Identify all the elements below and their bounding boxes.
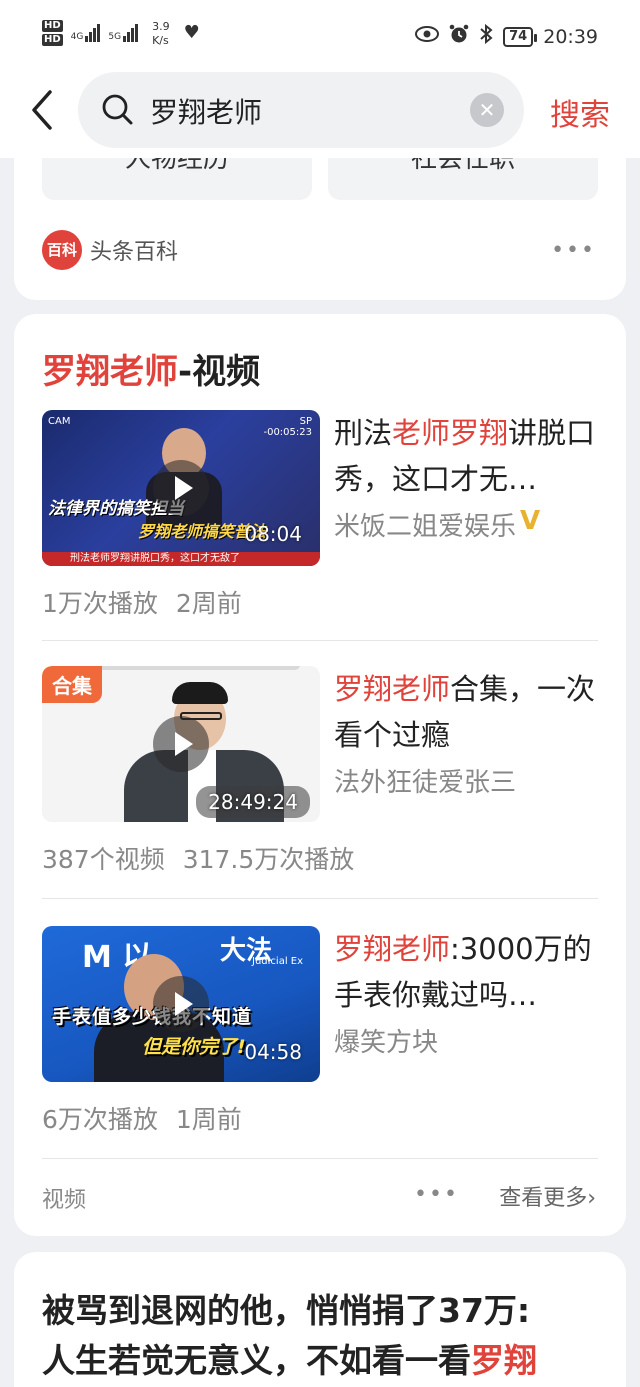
video-author[interactable]: 法外狂徒爱张三 [334, 762, 516, 799]
play-count: 6万次播放 [42, 1105, 158, 1134]
video-item[interactable]: 合集 28:49:24 罗翔老师合集，一次看个过瘾 法外狂徒爱张三 387个视频… [42, 666, 600, 874]
video-meta: 6万次播放 1周前 [42, 1100, 260, 1136]
video-title[interactable]: 罗翔老师:3000万的手表你戴过吗… [334, 926, 600, 1018]
video-count: 387个视频 [42, 845, 165, 874]
person-figure [172, 682, 228, 704]
video-thumbnail[interactable]: M 以 大法 Judicial Ex 手表值多少钱我不知道 但是你完了! 04:… [42, 926, 320, 1082]
article-title[interactable]: 被骂到退网的他，悄悄捐了37万: 人生若觉无意义，不如看一看罗翔 [42, 1286, 602, 1386]
title-keyword: 罗翔 [471, 1341, 537, 1380]
status-bar: HD HD 4G 5G 3.9 K/s ♥ 74 20:39 [0, 0, 640, 72]
thumb-caption: 手表值多少钱我不知道 [52, 1006, 253, 1028]
battery-indicator: 74 [503, 26, 538, 47]
section-title-keyword: 罗翔老师 [42, 352, 178, 392]
article-card[interactable]: 被骂到退网的他，悄悄捐了37万: 人生若觉无意义，不如看一看罗翔 [14, 1252, 626, 1387]
video-item[interactable]: CAM SP -00:05:23 法律界的搞笑担当 罗翔老师搞笑普法 刑法老师罗翔… [42, 410, 600, 618]
alarm-icon [449, 24, 469, 49]
title-segment: 人生若觉无意义，不如看一看 [42, 1341, 471, 1380]
article-title-line: 人生若觉无意义，不如看一看罗翔 [42, 1336, 602, 1386]
signal-icon [123, 20, 139, 42]
search-icon [100, 92, 136, 128]
video-title[interactable]: 刑法老师罗翔讲脱口秀，这口才无… [334, 410, 600, 502]
play-count: 317.5万次播放 [182, 845, 355, 874]
source-name: 头条百科 [90, 240, 179, 265]
back-arrow-icon[interactable] [26, 88, 60, 132]
play-icon[interactable] [153, 976, 209, 1032]
publish-time: 1周前 [175, 1105, 242, 1134]
network-type: 5G [108, 32, 122, 42]
collection-badge: 合集 [42, 666, 102, 703]
video-section: 罗翔老师-视频 CAM SP -00:05:23 法律界的搞笑担当 罗翔老师搞笑普… [14, 314, 626, 1236]
divider [42, 1158, 598, 1159]
title-keyword: 老师罗翔 [392, 416, 509, 450]
heart-rate-icon: ♥ [183, 22, 200, 43]
search-button[interactable]: 搜索 [550, 90, 610, 134]
play-icon[interactable] [153, 716, 209, 772]
play-icon[interactable] [153, 460, 209, 516]
status-left: HD HD 4G 5G 3.9 K/s ♥ [42, 20, 200, 48]
clear-icon[interactable]: ✕ [470, 93, 504, 127]
section-title: 罗翔老师-视频 [42, 344, 260, 393]
video-author[interactable]: 爆笑方块 [334, 1022, 438, 1059]
title-segment: 刑法 [334, 416, 393, 450]
thumb-cam-label: CAM [48, 416, 71, 427]
video-meta: 1万次播放 2周前 [42, 584, 260, 620]
search-query: 罗翔老师 [150, 96, 263, 129]
thumb-subtitle: Judicial Ex [252, 956, 304, 967]
video-title[interactable]: 罗翔老师合集，一次看个过瘾 [334, 666, 600, 758]
clock: 20:39 [543, 25, 598, 48]
video-duration: 08:04 [244, 522, 302, 546]
thumb-caption: 但是你完了! [142, 1036, 246, 1058]
baike-logo-icon: 百科 [42, 230, 82, 270]
timecode-line: SP [299, 416, 312, 427]
view-more-link[interactable]: 查看更多› [499, 1180, 596, 1212]
search-header: 罗翔老师 ✕ 搜索 [0, 72, 640, 158]
network-speed: 3.9 K/s [152, 20, 170, 48]
signal-icon [85, 20, 101, 42]
video-item[interactable]: M 以 大法 Judicial Ex 手表值多少钱我不知道 但是你完了! 04:… [42, 926, 600, 1134]
speed-value: 3.9 [152, 20, 170, 33]
signal-2: 5G [108, 20, 139, 42]
title-keyword: 罗翔老师 [334, 672, 451, 706]
network-type: 4G [70, 32, 84, 42]
divider [42, 640, 598, 641]
hd-icon: HD [42, 20, 63, 32]
status-right: 74 20:39 [415, 23, 598, 49]
hd-icon: HD [42, 34, 63, 46]
more-dots-icon[interactable]: ••• [414, 1182, 459, 1207]
video-thumbnail[interactable]: 合集 28:49:24 [42, 666, 320, 822]
video-author[interactable]: 米饭二姐爱娱乐 V [334, 506, 540, 543]
more-dots-icon[interactable]: ••• [551, 238, 596, 263]
section-footer-label: 视频 [42, 1188, 87, 1213]
video-duration: 04:58 [244, 1040, 302, 1064]
bluetooth-icon [479, 23, 493, 49]
author-name: 米饭二姐爱娱乐 [334, 512, 517, 542]
video-thumbnail[interactable]: CAM SP -00:05:23 法律界的搞笑担当 罗翔老师搞笑普法 刑法老师罗翔… [42, 410, 320, 566]
source-attribution[interactable]: 百科 头条百科 [42, 230, 178, 270]
hd-indicators: HD HD [42, 20, 63, 46]
baike-card: 人物经历 社会任职 百科 头条百科 ••• [14, 150, 626, 300]
eye-icon [415, 26, 440, 47]
video-duration: 28:49:24 [196, 786, 310, 818]
title-keyword: 罗翔老师 [334, 932, 451, 966]
thumb-timecode: SP -00:05:23 [263, 416, 312, 438]
verified-badge-icon: V [520, 506, 541, 536]
speed-unit: K/s [152, 34, 169, 47]
search-input[interactable]: 罗翔老师 ✕ [78, 72, 524, 148]
timecode-line: -00:05:23 [263, 427, 312, 438]
article-title-line: 被骂到退网的他，悄悄捐了37万: [42, 1291, 531, 1330]
video-meta: 387个视频 317.5万次播放 [42, 840, 372, 876]
play-count: 1万次播放 [42, 589, 158, 618]
signal-1: 4G [71, 20, 101, 42]
thumb-banner: 刑法老师罗翔讲脱口秀，这口才无敌了 [42, 552, 320, 566]
section-title-suffix: -视频 [178, 352, 261, 392]
publish-time: 2周前 [175, 589, 242, 618]
divider [42, 898, 598, 899]
